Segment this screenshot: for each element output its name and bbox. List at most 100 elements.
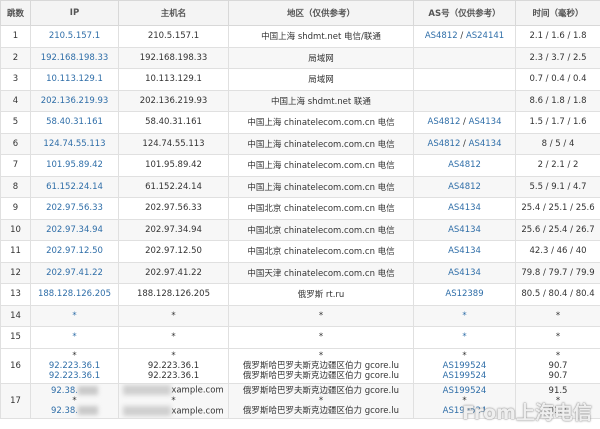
- ip-link[interactable]: 92.38.: [32, 405, 118, 416]
- region-cell: 中国天津 chinatelecom.com.cn 电信: [228, 261, 414, 284]
- ip-link[interactable]: 210.5.157.1: [30, 25, 119, 48]
- ip-link[interactable]: 92.223.36.1: [32, 371, 118, 381]
- table-row: 9 202.97.56.33 202.97.56.33 中国北京 chinate…: [0, 197, 600, 220]
- as-link[interactable]: AS199524: [415, 406, 515, 416]
- as-link[interactable]: AS4134: [469, 139, 502, 149]
- hop-cell: 8: [0, 175, 31, 198]
- ip-cell: 92.38. * 92.38.: [30, 382, 119, 419]
- traceroute-table: 跳数 IP 主机名 地区（仅供参考） AS号（仅供参考） 时间（毫秒） 1 21…: [0, 0, 600, 419]
- ip-link[interactable]: *: [30, 326, 119, 349]
- as-link[interactable]: AS4134: [469, 117, 502, 127]
- ip-link[interactable]: 188.128.126.205: [30, 283, 119, 306]
- header-ip: IP: [30, 0, 119, 26]
- ip-link[interactable]: 202.97.56.33: [30, 197, 119, 220]
- region-text: 俄罗斯哈巴罗夫斯克边疆区伯力 gcore.lu: [243, 360, 399, 371]
- as-link[interactable]: AS4812: [448, 182, 481, 192]
- as-cell: AS4812 / AS4134: [413, 111, 516, 134]
- hostname-cell: 188.128.126.205: [118, 283, 229, 306]
- ip-link[interactable]: 10.113.129.1: [30, 68, 119, 91]
- time-cell: 0.7 / 0.4 / 0.4: [515, 68, 600, 91]
- as-link[interactable]: AS199524: [415, 386, 515, 396]
- table-row: 6 124.74.55.113 124.74.55.113 中国上海 china…: [0, 132, 600, 155]
- ip-link[interactable]: 101.95.89.42: [30, 154, 119, 177]
- time-text: 90.7: [548, 370, 568, 381]
- hostname-text: xample.com: [120, 385, 228, 396]
- table-row-16: 16 * 92.223.36.1 92.223.36.1 * 92.223.36…: [0, 347, 600, 384]
- region-star: *: [318, 395, 324, 406]
- ip-link[interactable]: 202.97.12.50: [30, 240, 119, 263]
- header-time: 时间（毫秒）: [515, 0, 600, 26]
- time-cell: 42.3 / 46 / 40: [515, 240, 600, 263]
- as-link[interactable]: *: [462, 332, 466, 342]
- hostname-cell: 58.40.31.161: [118, 111, 229, 134]
- ip-link[interactable]: *: [30, 304, 119, 327]
- table-row: 15 * * * * *: [0, 326, 600, 349]
- header-hop: 跳数: [0, 0, 31, 26]
- time-cell: *: [515, 326, 600, 349]
- ip-cell: * 92.223.36.1 92.223.36.1: [30, 347, 119, 384]
- ip-link[interactable]: 58.40.31.161: [30, 111, 119, 134]
- as-link[interactable]: AS4812: [428, 139, 461, 149]
- as-link[interactable]: AS4134: [448, 225, 481, 235]
- ip-link[interactable]: 202.97.34.94: [30, 218, 119, 241]
- hop-cell: 10: [0, 218, 31, 241]
- ip-link[interactable]: 92.38.: [32, 385, 118, 396]
- region-cell: 中国上海 shdmt.net 联通: [228, 89, 414, 112]
- redacted-blur: [123, 385, 172, 395]
- hostname-cell: * 92.223.36.1 92.223.36.1: [118, 347, 229, 384]
- table-row: 7 101.95.89.42 101.95.89.42 中国上海 chinate…: [0, 154, 600, 177]
- as-link[interactable]: AS4812: [448, 160, 481, 170]
- hostname-cell: 101.95.89.42: [118, 154, 229, 177]
- as-link[interactable]: AS4812: [428, 117, 461, 127]
- region-cell: 中国北京 chinatelecom.com.cn 电信: [228, 197, 414, 220]
- hop-cell: 7: [0, 154, 31, 177]
- region-cell: 局域网: [228, 68, 414, 91]
- time-cell: 80.5 / 80.4 / 80.4: [515, 283, 600, 306]
- as-cell: AS4134: [413, 218, 516, 241]
- ip-link[interactable]: 124.74.55.113: [30, 132, 119, 155]
- hostname-cell: 202.97.41.22: [118, 261, 229, 284]
- hop-cell: 9: [0, 197, 31, 220]
- table-row: 4 202.136.219.93 202.136.219.93 中国上海 shd…: [0, 89, 600, 112]
- region-star: *: [318, 350, 324, 361]
- time-star: *: [555, 350, 561, 361]
- region-cell: *: [228, 326, 414, 349]
- ip-link[interactable]: 192.168.198.33: [30, 46, 119, 69]
- ip-link[interactable]: 92.223.36.1: [32, 361, 118, 371]
- redacted-blur: [123, 405, 172, 416]
- redacted-blur: [78, 385, 99, 395]
- table-row: 2 192.168.198.33 192.168.198.33 局域网 2.3 …: [0, 46, 600, 69]
- region-cell: 俄罗斯哈巴罗夫斯克边疆区伯力 gcore.lu * 俄罗斯哈巴罗夫斯克边疆区伯力…: [228, 382, 414, 419]
- hop-cell: 11: [0, 240, 31, 263]
- as-link[interactable]: AS4134: [448, 203, 481, 213]
- region-cell: 中国上海 chinatelecom.com.cn 电信: [228, 154, 414, 177]
- as-link[interactable]: AS24141: [466, 31, 504, 41]
- table-row: 5 58.40.31.161 58.40.31.161 中国上海 chinate…: [0, 111, 600, 134]
- region-cell: 中国上海 chinatelecom.com.cn 电信: [228, 175, 414, 198]
- ip-link[interactable]: 61.152.24.14: [30, 175, 119, 198]
- hop-cell: 1: [0, 25, 31, 48]
- ip-star: *: [72, 350, 77, 361]
- hop-cell: 3: [0, 68, 31, 91]
- redacted-blur: [78, 405, 99, 415]
- as-cell: AS4812: [413, 154, 516, 177]
- hop-cell: 4: [0, 89, 31, 112]
- as-link[interactable]: AS4134: [448, 246, 481, 256]
- as-link[interactable]: AS199524: [415, 361, 515, 371]
- as-link[interactable]: AS4134: [448, 268, 481, 278]
- time-cell: 25.4 / 25.1 / 25.6: [515, 197, 600, 220]
- time-cell: 5.5 / 9.1 / 4.7: [515, 175, 600, 198]
- time-cell: 2 / 2.1 / 2: [515, 154, 600, 177]
- hostname-cell: 61.152.24.14: [118, 175, 229, 198]
- ip-link[interactable]: 202.136.219.93: [30, 89, 119, 112]
- as-link[interactable]: AS4812: [425, 31, 458, 41]
- region-cell: 中国上海 shdmt.net 电信/联通: [228, 25, 414, 48]
- as-link[interactable]: *: [462, 311, 466, 321]
- time-cell: * 90.7 90.7: [515, 347, 600, 384]
- time-cell: 2.1 / 1.6 / 1.8: [515, 25, 600, 48]
- as-link[interactable]: AS199524: [415, 371, 515, 381]
- as-link[interactable]: AS12389: [445, 289, 483, 299]
- time-text: 91.5: [548, 385, 568, 396]
- ip-link[interactable]: 202.97.41.22: [30, 261, 119, 284]
- as-cell: *: [413, 326, 516, 349]
